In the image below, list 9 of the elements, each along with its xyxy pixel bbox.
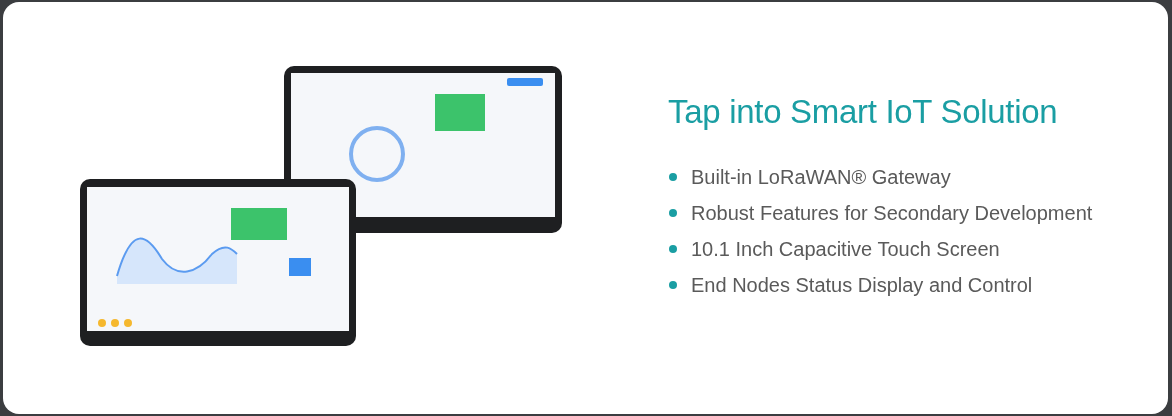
feature-text: 10.1 Inch Capacitive Touch Screen	[691, 237, 1000, 261]
bullet-icon	[669, 245, 677, 253]
section-heading: Tap into Smart IoT Solution	[668, 93, 1059, 131]
bullet-icon	[669, 173, 677, 181]
feature-text: Built-in LoRaWAN® Gateway	[691, 165, 951, 189]
bullet-icon	[669, 209, 677, 217]
bullet-icon	[669, 281, 677, 289]
feature-text: Robust Features for Secondary Development	[691, 201, 1093, 225]
feature-text: End Nodes Status Display and Control	[691, 273, 1033, 297]
